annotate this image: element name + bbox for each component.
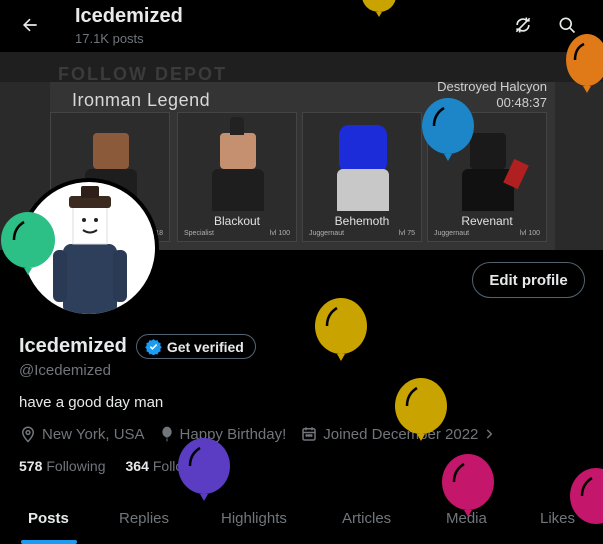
- location-text: New York, USA: [42, 425, 145, 443]
- balloon-icon: [422, 98, 474, 161]
- location-item: New York, USA: [19, 425, 145, 443]
- card-name: Behemoth: [334, 214, 390, 228]
- card-meta: Juggernaut lvl 75: [309, 230, 415, 237]
- profile-header: Icedemized 17.1K posts: [0, 0, 603, 52]
- balloon-icon: [442, 454, 494, 517]
- bio-text: have a good day man: [19, 394, 164, 411]
- balloon-icon: [315, 298, 367, 361]
- card-meta: Specialist lvl 100: [184, 230, 290, 237]
- banner-status-line: Destroyed Halcyon: [437, 79, 547, 94]
- calendar-icon: [302, 427, 317, 441]
- tab-posts[interactable]: Posts: [28, 510, 69, 527]
- tab-replies[interactable]: Replies: [119, 510, 169, 527]
- user-handle: @Icedemized: [19, 362, 111, 379]
- card-name: Blackout: [213, 214, 261, 228]
- banner-title: Ironman Legend: [72, 90, 211, 110]
- no-sync-icon: [515, 17, 531, 33]
- card-name: Revenant: [461, 214, 513, 228]
- followers-count: 364: [125, 458, 149, 474]
- name-row: Icedemized Get verified: [19, 334, 256, 359]
- following-label: Following: [46, 458, 106, 474]
- card-level: lvl 100: [269, 230, 290, 237]
- card-role: Juggernaut: [309, 230, 345, 237]
- tab-highlights[interactable]: Highlights: [221, 510, 287, 527]
- card-level: lvl 100: [519, 230, 540, 237]
- balloon-icon: [395, 378, 447, 441]
- location-pin-icon: [21, 426, 35, 443]
- display-name: Icedemized: [19, 335, 127, 357]
- active-tab-indicator: [21, 540, 77, 544]
- balloon-icon: [178, 438, 230, 501]
- arrow-left-icon: [23, 18, 37, 32]
- balloon-icon: [362, 0, 396, 17]
- card-level: lvl 75: [398, 230, 415, 237]
- get-verified-label: Get verified: [166, 338, 244, 355]
- character-card: Behemoth Juggernaut lvl 75: [302, 112, 422, 242]
- character-figure: [333, 121, 393, 211]
- no-sync-button[interactable]: [508, 10, 538, 40]
- profile-tabs: Posts Replies Highlights Articles Media …: [0, 496, 603, 544]
- card-role: Specialist: [184, 230, 214, 237]
- character-card: Blackout Specialist lvl 100: [177, 112, 297, 242]
- character-figure: [208, 117, 268, 211]
- header-title-block: Icedemized 17.1K posts: [75, 4, 183, 48]
- card-meta: Juggernaut lvl 100: [434, 230, 540, 237]
- back-button[interactable]: [14, 9, 46, 41]
- verified-badge-icon: [145, 338, 162, 355]
- get-verified-button[interactable]: Get verified: [135, 334, 256, 359]
- header-title: Icedemized: [75, 5, 183, 27]
- edit-profile-button[interactable]: Edit profile: [472, 262, 585, 298]
- tab-articles[interactable]: Articles: [342, 510, 391, 527]
- following-link[interactable]: 578 Following: [19, 458, 106, 474]
- card-role: Juggernaut: [434, 230, 470, 237]
- balloon-icon: [570, 468, 603, 524]
- chevron-right-icon[interactable]: [482, 426, 496, 442]
- post-count: 17.1K posts: [75, 31, 144, 46]
- following-count: 578: [19, 458, 43, 474]
- balloon-icon: [566, 34, 603, 93]
- balloon-icon: [161, 426, 172, 442]
- balloon-icon: [1, 212, 55, 275]
